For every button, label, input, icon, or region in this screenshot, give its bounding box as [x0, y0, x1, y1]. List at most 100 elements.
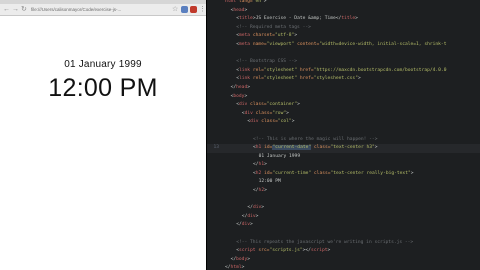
code-line[interactable]: </h2>: [207, 187, 480, 196]
code-text: </div>: [247, 204, 264, 213]
code-token: div: [241, 222, 251, 228]
code-token: "text-center really-big-text": [330, 170, 411, 176]
code-editor[interactable]: html lang="en"> <head> <title>JS Exercise …: [207, 0, 480, 270]
code-line[interactable]: 12:00 PM: [207, 178, 480, 187]
address-bar[interactable]: ← → ↻ file:///Users/calisonmayor/Code/ex…: [0, 4, 206, 16]
code-line[interactable]: [207, 230, 480, 239]
code-token: "current-date": [272, 145, 312, 151]
code-token: head: [236, 84, 248, 90]
url-text[interactable]: file:///Users/calisonmayor/Code/exercise…: [31, 4, 171, 15]
code-line[interactable]: <meta charset="utf-8">: [207, 32, 480, 41]
code-token: head: [233, 7, 245, 13]
code-token: html: [230, 265, 242, 270]
code-token: href=: [297, 67, 314, 73]
code-line[interactable]: <!-- Required meta tags -->: [207, 24, 480, 33]
menu-icon[interactable]: ⋮: [199, 4, 206, 15]
code-token: href=: [297, 76, 314, 82]
code-token: >: [286, 110, 289, 116]
code-text: </h2>: [253, 187, 267, 196]
code-text: </html>: [225, 264, 244, 270]
code-token: >: [294, 33, 298, 39]
code-line[interactable]: <meta name="viewport" content="width=dev…: [207, 41, 480, 50]
code-line[interactable]: <!-- Bootstrap CSS -->: [207, 58, 480, 67]
code-token: rel=: [250, 67, 264, 73]
code-token: div: [247, 213, 256, 219]
code-token: "https://maxcdn.bootstrapcdn.com/bootstr…: [313, 67, 447, 73]
code-token: "stylesheet.css": [313, 76, 358, 82]
code-line[interactable]: <body>: [207, 93, 480, 102]
code-line[interactable]: <!-- This repeats the javascript we're w…: [207, 239, 480, 248]
code-token: lang=: [236, 0, 253, 4]
code-token: div: [244, 110, 253, 116]
code-token: >: [357, 76, 361, 82]
code-token: >: [263, 0, 267, 4]
code-line[interactable]: 13 <h1 id="current-date" class="text-cent…: [207, 144, 480, 153]
code-token: <!-- Bootstrap CSS -->: [236, 59, 298, 65]
code-line[interactable]: [207, 196, 480, 205]
extension-icon[interactable]: [181, 6, 188, 13]
code-text: </div>: [242, 213, 259, 222]
code-token: "text-center h3": [330, 145, 375, 151]
code-token: >: [297, 102, 300, 108]
code-token: "utf-8": [274, 33, 295, 39]
code-line[interactable]: <div class="row">: [207, 110, 480, 119]
code-line[interactable]: <!-- This is where the magic will happen…: [207, 136, 480, 145]
reload-icon[interactable]: ↻: [21, 4, 27, 15]
code-line[interactable]: </head>: [207, 84, 480, 93]
code-text: <title>JS Exercise - Date &amp; Time</ti…: [236, 15, 358, 24]
code-line[interactable]: [207, 127, 480, 136]
code-line[interactable]: </div>: [207, 221, 480, 230]
code-line[interactable]: <link rel="stylesheet" href="stylesheet.…: [207, 75, 480, 84]
code-token: >JS Exercise - Date &amp; Time</: [252, 16, 342, 22]
extension-icon[interactable]: [190, 6, 197, 13]
code-line[interactable]: [207, 50, 480, 59]
code-text: 12:00 PM: [259, 178, 281, 187]
code-token: >: [327, 248, 331, 254]
code-line[interactable]: html lang="en">: [207, 0, 480, 7]
code-token: content=: [294, 41, 320, 47]
forward-arrow-icon[interactable]: →: [12, 4, 19, 15]
code-token: rel=: [250, 76, 264, 82]
code-token: >: [355, 16, 358, 22]
code-token: html: [225, 0, 237, 4]
code-token: meta: [238, 41, 251, 47]
code-line[interactable]: <div class="col">: [207, 118, 480, 127]
code-line[interactable]: <div class="container">: [207, 101, 480, 110]
code-token: <!-- This is where the magic will happen…: [253, 136, 378, 142]
code-line[interactable]: <link rel="stylesheet" href="https://max…: [207, 67, 480, 76]
code-token: src=: [255, 248, 270, 254]
code-token: script: [310, 248, 328, 254]
code-line[interactable]: </div>: [207, 213, 480, 222]
code-text: <!-- Bootstrap CSS -->: [236, 58, 297, 67]
code-token: class=: [247, 102, 267, 108]
code-token: class=: [311, 170, 331, 176]
bookmark-star-icon[interactable]: ☆: [172, 4, 178, 15]
code-line[interactable]: <head>: [207, 7, 480, 16]
code-line[interactable]: <script src="scripts.js"></script>: [207, 247, 480, 256]
code-text: <!-- Required meta tags -->: [236, 24, 311, 33]
code-line[interactable]: <h2 id="current-time" class="text-center…: [207, 170, 480, 179]
code-token: link: [238, 67, 251, 73]
code-text: <h2 id="current-time" class="text-center…: [253, 170, 414, 179]
code-token: "viewport": [266, 41, 295, 47]
code-token: div: [252, 205, 262, 211]
code-text: <h1 id="current-date" class="text-center…: [253, 144, 378, 153]
code-token: "en": [252, 0, 264, 4]
code-token: meta: [238, 33, 251, 39]
code-line[interactable]: </h1>: [207, 161, 480, 170]
code-token: "scripts.js": [269, 248, 303, 254]
code-line[interactable]: </body>: [207, 256, 480, 265]
code-token: body: [236, 256, 248, 262]
code-line[interactable]: 01 January 1999: [207, 153, 480, 162]
code-token: >: [250, 222, 253, 228]
code-text: </head>: [231, 84, 250, 93]
back-arrow-icon[interactable]: ←: [3, 4, 10, 15]
code-area[interactable]: html lang="en"> <head> <title>JS Exercise …: [207, 0, 480, 270]
code-line[interactable]: </html>: [207, 264, 480, 270]
current-time-heading: 12:00 PM: [48, 74, 158, 102]
code-text: <script src="scripts.js"></script>: [236, 247, 330, 256]
code-line[interactable]: <title>JS Exercise - Date &amp; Time</ti…: [207, 15, 480, 24]
code-token: >: [264, 162, 267, 168]
code-line[interactable]: </div>: [207, 204, 480, 213]
code-text: <!-- This repeats the javascript we're w…: [236, 239, 413, 248]
